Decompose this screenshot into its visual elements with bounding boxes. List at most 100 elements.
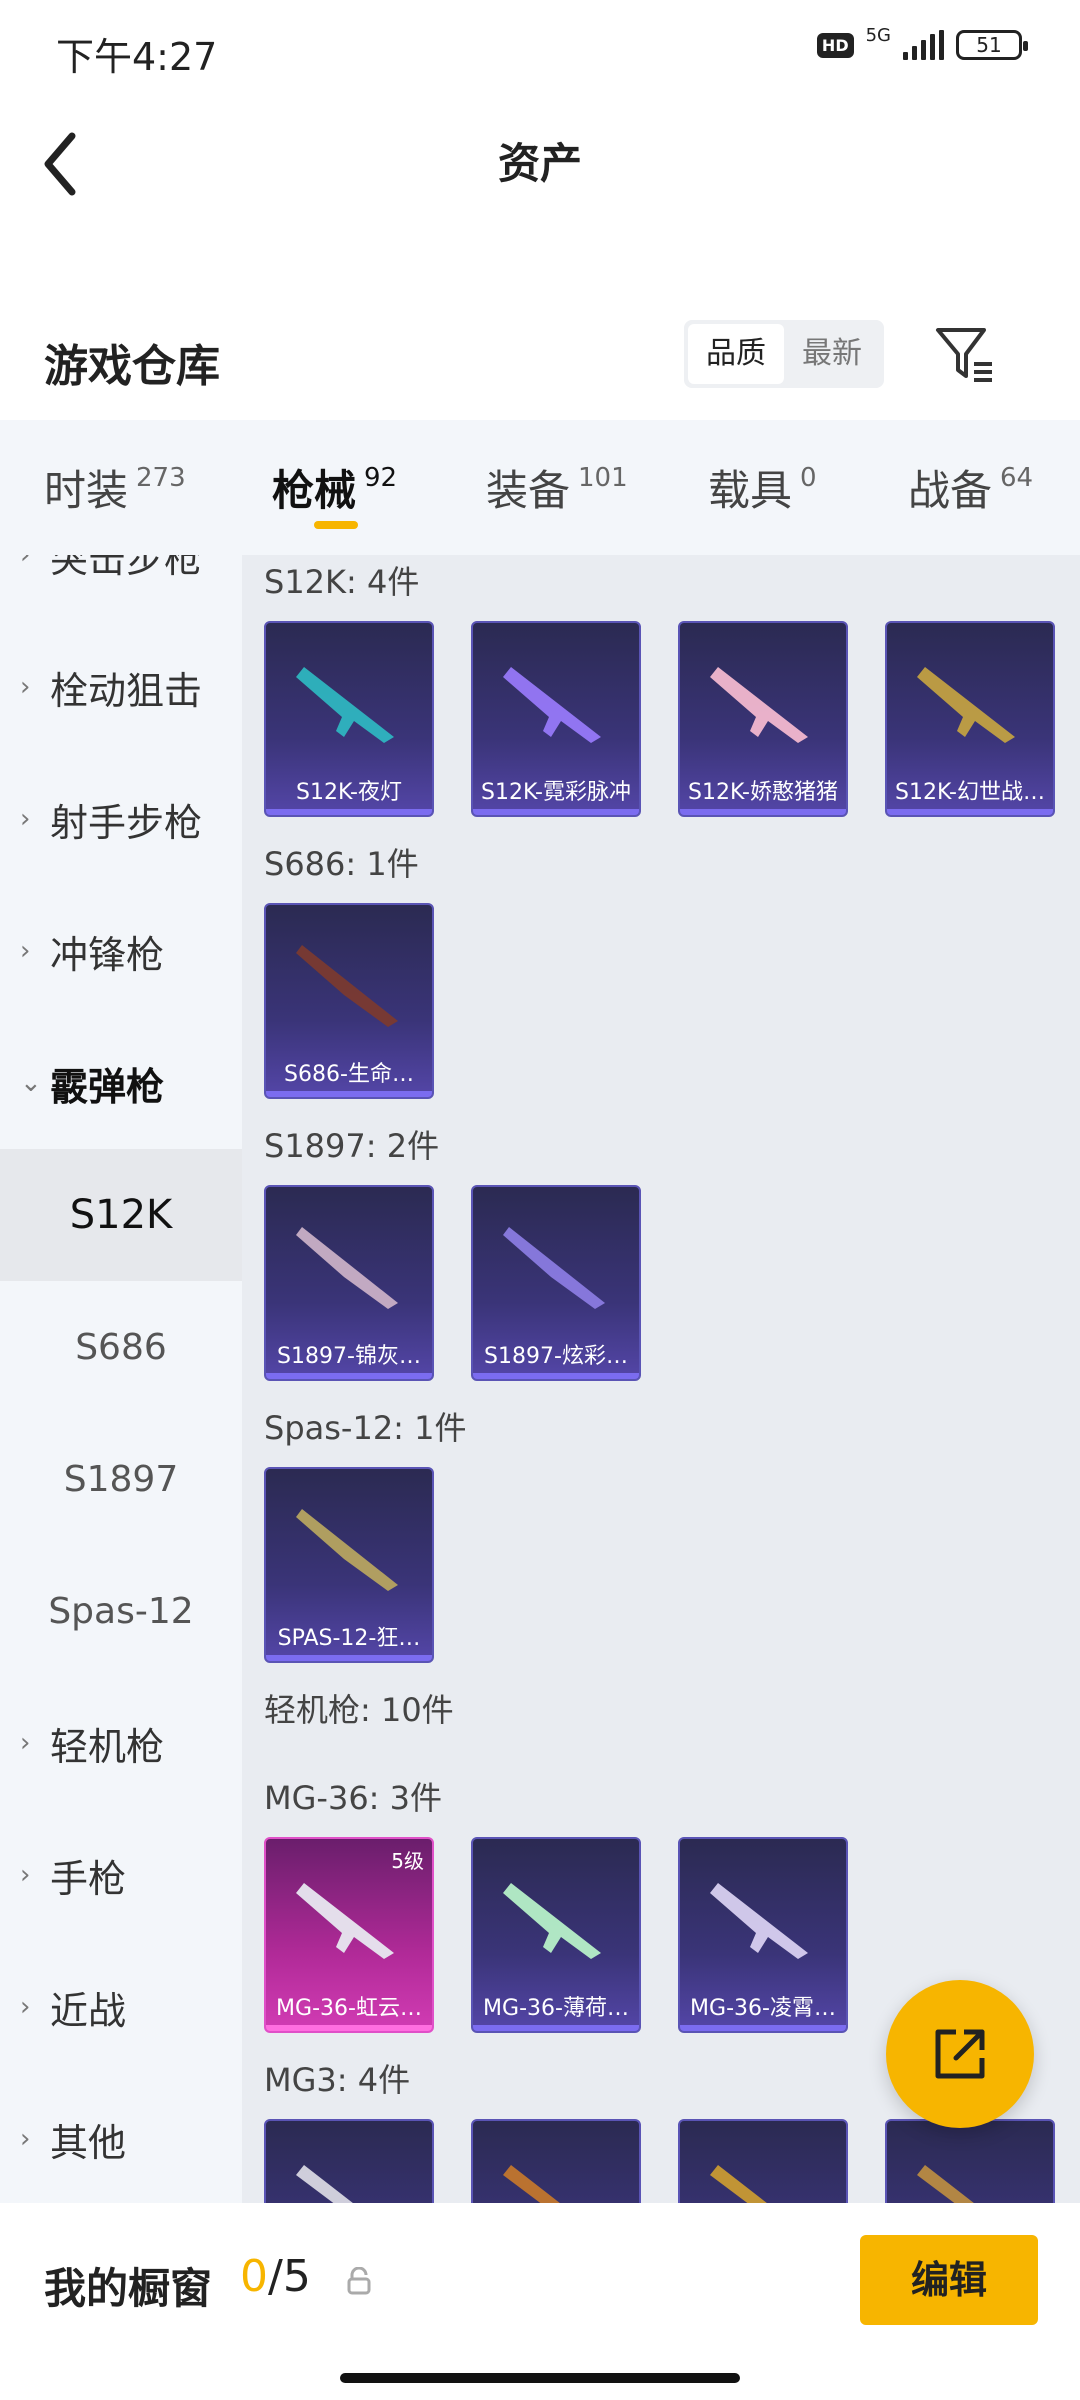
chevron-down-icon: ⌄ bbox=[20, 1068, 42, 1098]
sidebar-subitem-spas12[interactable]: Spas-12 bbox=[0, 1545, 242, 1677]
battery-icon: 51 bbox=[956, 30, 1028, 60]
sidebar-item-smg[interactable]: › 冲锋枪 bbox=[0, 885, 242, 1017]
chevron-right-icon: › bbox=[20, 555, 31, 570]
item-content: S12K: 4件 S12K-夜灯 S12K-霓彩脉冲 S12K-娇憨猪猪 S12… bbox=[242, 555, 1080, 2203]
status-time: 下午4:27 bbox=[56, 35, 218, 79]
sort-newest-option[interactable]: 最新 bbox=[784, 324, 880, 384]
warehouse-title: 游戏仓库 bbox=[44, 341, 220, 392]
sidebar-subitem-label: S686 bbox=[75, 1326, 167, 1368]
gun-icon bbox=[296, 945, 398, 1027]
item-card[interactable]: MG-36-凌霄… bbox=[678, 1837, 848, 2033]
rarity-bar bbox=[680, 809, 846, 815]
sidebar-item-label: 轻机枪 bbox=[50, 1724, 165, 1769]
group-title: Spas-12: 1件 bbox=[264, 1409, 467, 1447]
item-card[interactable]: S1897-锦灰… bbox=[264, 1185, 434, 1381]
item-card[interactable]: S12K-霓彩脉冲 bbox=[471, 621, 641, 817]
item-card[interactable] bbox=[264, 2119, 434, 2203]
gun-icon bbox=[917, 667, 1015, 743]
nav-bar: 资产 bbox=[0, 110, 1080, 210]
tab-vehicles[interactable]: 载具 0 bbox=[708, 420, 817, 555]
network-type: 5G bbox=[865, 24, 891, 46]
item-card[interactable]: S12K-娇憨猪猪 bbox=[678, 621, 848, 817]
gun-icon bbox=[296, 1227, 398, 1309]
rarity-bar bbox=[473, 1373, 639, 1379]
gun-icon bbox=[503, 1227, 605, 1309]
sort-quality-option[interactable]: 品质 bbox=[688, 324, 784, 384]
showcase-count: 0/5 bbox=[240, 2251, 311, 2302]
item-card[interactable] bbox=[678, 2119, 848, 2203]
filter-button[interactable] bbox=[930, 320, 998, 388]
sidebar-subitem-s686[interactable]: S686 bbox=[0, 1281, 242, 1413]
sidebar-subitem-s1897[interactable]: S1897 bbox=[0, 1413, 242, 1545]
item-card[interactable] bbox=[885, 2119, 1055, 2203]
item-card[interactable]: S1897-炫彩… bbox=[471, 1185, 641, 1381]
tab-count: 64 bbox=[1000, 462, 1034, 493]
share-button[interactable] bbox=[886, 1980, 1034, 2128]
active-tab-indicator bbox=[314, 521, 358, 529]
tab-label: 装备 bbox=[486, 466, 571, 515]
group-title: S686: 1件 bbox=[264, 845, 419, 883]
rarity-bar bbox=[887, 809, 1053, 815]
gun-icon bbox=[503, 2165, 560, 2203]
sidebar-item-label: 近战 bbox=[50, 1988, 127, 2033]
gun-icon bbox=[296, 1509, 398, 1591]
gun-icon bbox=[710, 1883, 808, 1959]
tab-count: 92 bbox=[364, 462, 398, 493]
rarity-bar bbox=[266, 2025, 432, 2031]
sidebar-item-pistol[interactable]: › 手枪 bbox=[0, 1809, 242, 1941]
group-title: S12K: 4件 bbox=[264, 563, 420, 601]
rarity-bar bbox=[266, 809, 432, 815]
tab-count: 273 bbox=[136, 462, 186, 493]
edit-button[interactable]: 编辑 bbox=[860, 2235, 1038, 2325]
showcase-label: 我的橱窗 bbox=[44, 2264, 213, 2313]
sidebar-item-label: 栓动狙击 bbox=[50, 668, 203, 713]
status-bar: 下午4:27 HD 5G 51 bbox=[0, 0, 1080, 100]
sidebar-subitem-s12k[interactable]: S12K bbox=[0, 1149, 242, 1281]
tab-label: 战备 bbox=[908, 466, 993, 515]
item-card[interactable]: S686-生命… bbox=[264, 903, 434, 1099]
item-card[interactable]: MG-36-薄荷… bbox=[471, 1837, 641, 2033]
tab-guns[interactable]: 枪械 92 bbox=[272, 420, 397, 555]
item-card[interactable]: S12K-幻世战… bbox=[885, 621, 1055, 817]
chevron-right-icon: › bbox=[20, 672, 31, 702]
sidebar-item-label: 突击步枪 bbox=[50, 555, 203, 581]
sidebar-item-marksman-rifle[interactable]: › 射手步枪 bbox=[0, 753, 242, 885]
group-title: S1897: 2件 bbox=[264, 1127, 440, 1165]
chevron-right-icon: › bbox=[20, 2124, 31, 2154]
item-card[interactable]: S12K-夜灯 bbox=[264, 621, 434, 817]
tab-supplies[interactable]: 战备 64 bbox=[908, 420, 1033, 555]
sidebar-item-melee[interactable]: › 近战 bbox=[0, 1941, 242, 2073]
home-indicator[interactable] bbox=[340, 2373, 740, 2383]
lock-icon bbox=[347, 2267, 371, 2295]
sidebar-item-label: 其他 bbox=[50, 2120, 127, 2165]
item-card[interactable]: 5级 MG-36-虹云… bbox=[264, 1837, 434, 2033]
item-card[interactable] bbox=[471, 2119, 641, 2203]
sidebar-item-other[interactable]: › 其他 bbox=[0, 2073, 242, 2203]
sidebar-subitem-label: S12K bbox=[69, 1192, 173, 1238]
rarity-bar bbox=[680, 2025, 846, 2031]
status-icons: HD 5G 51 bbox=[816, 25, 1028, 60]
tab-count: 101 bbox=[578, 462, 628, 493]
sidebar-item-label: 射手步枪 bbox=[50, 800, 203, 845]
hd-badge: HD bbox=[816, 32, 854, 58]
sidebar-item-bolt-sniper[interactable]: › 栓动狙击 bbox=[0, 621, 242, 753]
sidebar-item-shotgun[interactable]: ⌄ 霰弹枪 bbox=[0, 1017, 242, 1149]
sort-toggle: 品质 最新 bbox=[684, 320, 884, 388]
chevron-right-icon: › bbox=[20, 1860, 31, 1890]
gun-icon bbox=[503, 667, 601, 743]
sidebar-subitem-label: S1897 bbox=[63, 1458, 179, 1500]
tab-equipment[interactable]: 装备 101 bbox=[486, 420, 628, 555]
rarity-bar bbox=[266, 1373, 432, 1379]
chevron-right-icon: › bbox=[20, 1728, 31, 1758]
tab-fashion[interactable]: 时装 273 bbox=[44, 420, 186, 555]
sidebar-item-assault-rifle[interactable]: › 突击步枪 bbox=[0, 555, 242, 621]
sidebar-item-lmg[interactable]: › 轻机枪 bbox=[0, 1677, 242, 1809]
filter-icon bbox=[936, 328, 992, 382]
item-card[interactable]: SPAS-12-狂… bbox=[264, 1467, 434, 1663]
sidebar-item-label: 霰弹枪 bbox=[50, 1064, 165, 1109]
showcase-bar: 我的橱窗 0/5 编辑 bbox=[0, 2203, 1080, 2400]
share-icon bbox=[935, 2029, 985, 2079]
sidebar-subitem-label: Spas-12 bbox=[48, 1590, 194, 1632]
chevron-right-icon: › bbox=[20, 1992, 31, 2022]
rarity-bar bbox=[266, 1655, 432, 1661]
